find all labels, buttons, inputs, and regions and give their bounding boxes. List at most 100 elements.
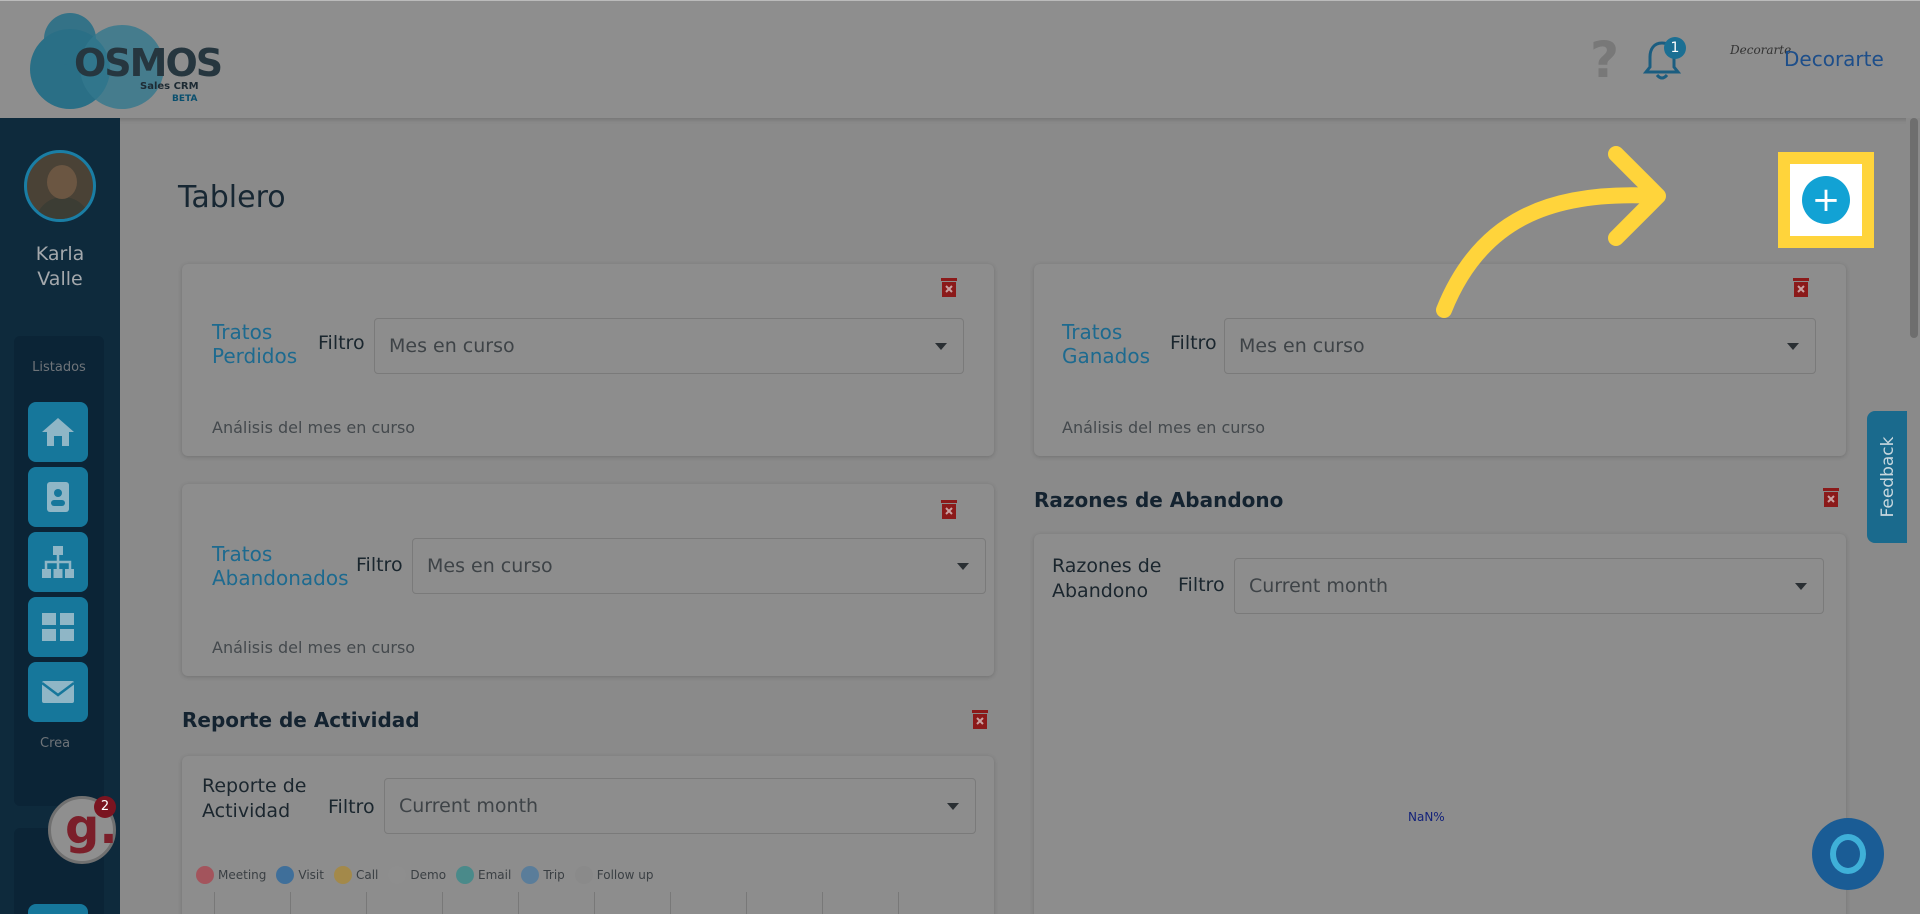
- chart-gridline: [290, 892, 291, 914]
- add-widget-button[interactable]: +: [1802, 176, 1850, 224]
- chart-gridline: [518, 892, 519, 914]
- logo-subtitle: Sales CRM: [140, 81, 199, 92]
- filter-value: Mes en curso: [389, 335, 515, 357]
- analysis-text: Análisis del mes en curso: [1062, 418, 1266, 437]
- filter-label: Filtro: [1170, 332, 1217, 354]
- legend-item[interactable]: Demo: [388, 866, 446, 884]
- filter-select[interactable]: Current month: [384, 778, 976, 834]
- legend-label: Email: [478, 868, 512, 882]
- chart-legend: Meeting Visit Call Demo Email Trip Follow up: [196, 866, 653, 884]
- nav-section-label: Listados: [32, 360, 86, 375]
- filter-select[interactable]: Mes en curso: [412, 538, 986, 594]
- card-tratos-abandonados: Tratos Abandonados Filtro Mes en curso A…: [182, 484, 994, 676]
- card-reporte-actividad: Reporte de Actividad Filtro Current mont…: [182, 756, 994, 914]
- filter-label: Filtro: [356, 554, 403, 576]
- card-title: Tratos Perdidos: [212, 320, 298, 368]
- chevron-down-icon: [935, 343, 947, 350]
- filter-label: Filtro: [318, 332, 365, 354]
- legend-label: Follow up: [596, 868, 654, 882]
- feedback-tab[interactable]: Feedback: [1867, 411, 1907, 543]
- filter-value: Current month: [1249, 575, 1389, 597]
- chevron-down-icon: [957, 563, 969, 570]
- chart-gridline: [670, 892, 671, 914]
- filter-select[interactable]: Mes en curso: [1224, 318, 1816, 374]
- help-icon[interactable]: ?: [1590, 35, 1619, 85]
- logo-beta: BETA: [172, 94, 198, 104]
- trash-icon[interactable]: [940, 498, 958, 520]
- sidebar: Karla Valle Listados: [0, 118, 120, 914]
- card-title: Tratos Ganados: [1062, 320, 1151, 368]
- trash-icon[interactable]: [1822, 486, 1840, 508]
- chevron-down-icon: [1795, 583, 1807, 590]
- trash-icon[interactable]: [940, 276, 958, 298]
- legend-swatch: [388, 866, 407, 884]
- legend-label: Trip: [543, 868, 565, 882]
- osmos-logo[interactable]: OSMOS Sales CRM BETA: [30, 11, 223, 111]
- analysis-text: Análisis del mes en curso: [212, 638, 416, 657]
- filter-label: Filtro: [1178, 574, 1225, 596]
- chart-gridline: [594, 892, 595, 914]
- legend-swatch: [521, 866, 540, 884]
- contacts-icon: [47, 482, 69, 512]
- legend-swatch: [196, 866, 214, 884]
- card-title: Reporte de Actividad: [202, 775, 307, 822]
- analysis-text: Análisis del mes en curso: [212, 418, 416, 437]
- legend-label: Visit: [298, 868, 324, 882]
- section-title-razones: Razones de Abandono: [1034, 488, 1284, 512]
- section-title-actividad: Reporte de Actividad: [182, 708, 420, 732]
- chevron-down-icon: [1787, 343, 1799, 350]
- nav-dashboard[interactable]: [28, 597, 88, 657]
- legend-item[interactable]: Meeting: [196, 866, 266, 884]
- chart-gridline: [366, 892, 367, 914]
- tutorial-arrow-icon: [1436, 146, 1666, 318]
- g-widget-badge: 2: [94, 796, 116, 818]
- nav-home[interactable]: [28, 402, 88, 462]
- chat-icon: [1830, 834, 1866, 874]
- card-title: Tratos Abandonados: [212, 542, 349, 590]
- trash-icon[interactable]: [1792, 276, 1810, 298]
- trash-icon[interactable]: [971, 708, 989, 730]
- avatar[interactable]: [24, 150, 96, 222]
- chart-gridline: [746, 892, 747, 914]
- user-name: Karla Valle: [35, 243, 85, 290]
- filter-value: Mes en curso: [1239, 335, 1365, 357]
- app-header: OSMOS Sales CRM BETA ? 1 Decorarte Decor…: [0, 0, 1920, 118]
- plus-icon: +: [1811, 180, 1841, 220]
- chevron-down-icon: [947, 803, 959, 810]
- org-chart-icon: [42, 546, 74, 578]
- filter-value: Mes en curso: [427, 555, 553, 577]
- legend-item[interactable]: Follow up: [574, 866, 654, 884]
- legend-item[interactable]: Call: [333, 866, 379, 884]
- nav-organization[interactable]: [28, 532, 88, 592]
- notification-badge: 1: [1664, 37, 1686, 59]
- chat-button[interactable]: [1812, 818, 1884, 890]
- legend-swatch: [574, 866, 593, 884]
- scrollbar-thumb[interactable]: [1910, 118, 1918, 338]
- filter-select[interactable]: Mes en curso: [374, 318, 964, 374]
- chart-gridline: [822, 892, 823, 914]
- nav-contacts[interactable]: [28, 467, 88, 527]
- legend-swatch: [456, 866, 475, 884]
- legend-label: Call: [355, 868, 379, 882]
- filter-label: Filtro: [328, 796, 375, 818]
- company-logo: Decorarte: [1730, 43, 1792, 57]
- card-title: Razones de Abandono: [1052, 555, 1162, 602]
- card-tratos-perdidos: Tratos Perdidos Filtro Mes en curso Anál…: [182, 264, 994, 456]
- nav-create[interactable]: [28, 904, 88, 914]
- filter-value: Current month: [399, 795, 539, 817]
- legend-item[interactable]: Trip: [521, 866, 565, 884]
- legend-item[interactable]: Visit: [276, 866, 324, 884]
- chart-gridline: [214, 892, 215, 914]
- home-icon: [42, 418, 74, 446]
- company-name[interactable]: Decorarte: [1784, 47, 1884, 71]
- filter-select[interactable]: Current month: [1234, 558, 1824, 614]
- chart-gridline: [442, 892, 443, 914]
- create-label: Crea: [40, 736, 71, 751]
- feedback-label: Feedback: [1878, 436, 1898, 518]
- chart-gridline: [898, 892, 899, 914]
- legend-swatch: [276, 866, 295, 884]
- legend-item[interactable]: Email: [456, 866, 511, 884]
- nav-mail[interactable]: [28, 662, 88, 722]
- page-title: Tablero: [178, 180, 286, 215]
- legend-label: Meeting: [218, 868, 267, 882]
